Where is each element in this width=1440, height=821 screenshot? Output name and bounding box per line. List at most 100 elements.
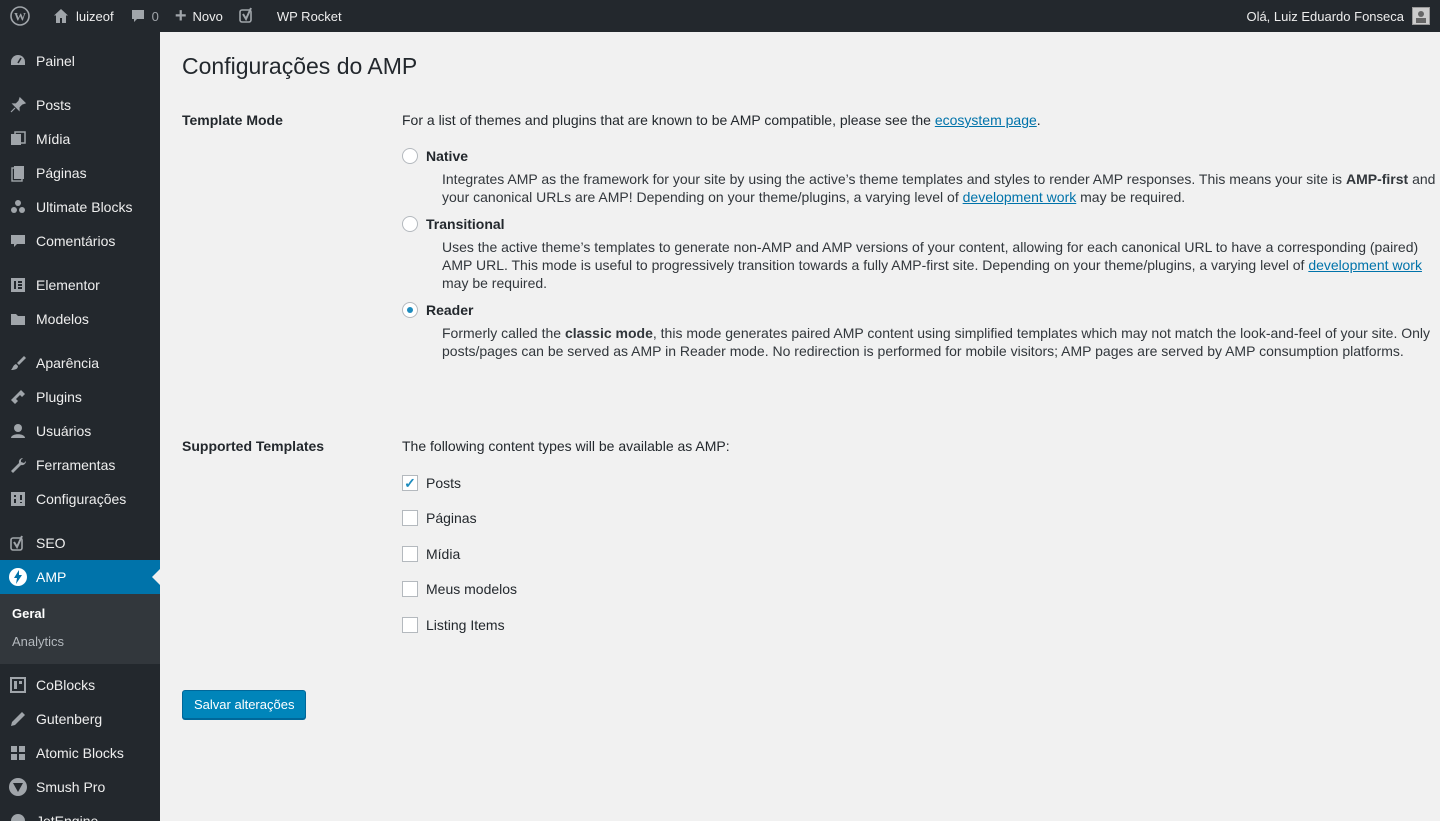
midia-checkbox[interactable] [402,546,418,562]
site-name-menu[interactable]: luizeof [44,0,122,32]
sidebar-item-label: Usuários [36,423,92,439]
sidebar-item-paginas[interactable]: Páginas [0,156,160,190]
yoast-menu[interactable] [231,0,269,32]
transitional-radio[interactable] [402,216,418,232]
sidebar-item-posts[interactable]: Posts [0,88,160,122]
checkbox-label: Mídia [426,546,461,562]
template-mode-options: For a list of themes and plugins that ar… [402,110,1440,360]
wp-rocket-menu[interactable]: WP Rocket [269,0,350,32]
submenu-item-analytics[interactable]: Analytics [0,628,160,656]
amp-icon [8,567,28,587]
sidebar-item-painel[interactable]: Painel [0,44,160,78]
sidebar-item-aparencia[interactable]: Aparência [0,346,160,380]
sidebar-item-midia[interactable]: Mídia [0,122,160,156]
sidebar-item-label: Painel [36,53,75,69]
coblocks-icon [8,675,28,695]
meus-modelos-checkbox[interactable] [402,581,418,597]
wp-logo-menu[interactable]: W [0,0,44,32]
native-radio[interactable] [402,148,418,164]
plugin-icon [8,387,28,407]
listing-items-checkbox[interactable] [402,617,418,633]
sidebar-item-label: Modelos [36,311,89,327]
admin-sidebar: Painel Posts Mídia Páginas Ultimate Bloc… [0,32,160,821]
avatar [1412,7,1430,25]
my-account-menu[interactable]: Olá, Luiz Eduardo Fonseca [1238,0,1440,32]
save-changes-button[interactable]: Salvar alterações [182,690,307,719]
sidebar-item-atomic-blocks[interactable]: Atomic Blocks [0,736,160,770]
svg-text:W: W [14,10,26,24]
development-work-link[interactable]: development work [1308,257,1422,273]
grid-icon [8,743,28,763]
media-icon [8,129,28,149]
checkbox-label: Posts [426,475,462,491]
sidebar-item-jetengine[interactable]: JetEngine [0,804,160,821]
supported-templates-intro: The following content types will be avai… [402,438,730,454]
sidebar-item-amp[interactable]: AMP [0,560,160,594]
sidebar-item-elementor[interactable]: Elementor [0,268,160,302]
posts-checkbox[interactable]: ✓ [402,475,418,491]
smush-icon [8,777,28,797]
sidebar-item-modelos[interactable]: Modelos [0,302,160,336]
checkbox-option-paginas[interactable]: Páginas [402,508,1440,528]
sidebar-item-gutenberg[interactable]: Gutenberg [0,702,160,736]
reader-radio[interactable] [402,302,418,318]
comments-menu[interactable]: 0 [122,0,167,32]
checkbox-label: Meus modelos [426,581,518,597]
elementor-icon [8,275,28,295]
desc-text: may be required. [442,275,548,291]
checkbox-option-midia[interactable]: Mídia [402,544,1440,564]
sidebar-item-seo[interactable]: SEO [0,526,160,560]
wrench-icon [8,455,28,475]
sidebar-item-label: Páginas [36,165,87,181]
sidebar-item-ultimate-blocks[interactable]: Ultimate Blocks [0,190,160,224]
greeting: Olá, Luiz Eduardo Fonseca [1246,8,1404,24]
checkbox-option-listing-items[interactable]: Listing Items [402,615,1440,635]
sidebar-item-plugins[interactable]: Plugins [0,380,160,414]
sidebar-item-label: Configurações [36,491,127,507]
checkbox-option-posts[interactable]: ✓ Posts [402,473,1440,493]
checkbox-option-meus-modelos[interactable]: Meus modelos [402,579,1440,599]
new-label: Novo [192,8,223,24]
desc-text: Integrates AMP as the framework for your… [442,171,1346,187]
sidebar-item-label: Smush Pro [36,779,106,795]
sidebar-item-label: SEO [36,535,66,551]
settings-icon [8,489,28,509]
comments-count: 0 [151,8,159,24]
transitional-radio-option[interactable]: Transitional [402,214,1440,234]
sidebar-item-label: Ultimate Blocks [36,199,133,215]
sidebar-item-comentarios[interactable]: Comentários [0,224,160,258]
sidebar-item-label: Posts [36,97,72,113]
amp-submenu: Geral Analytics [0,594,160,664]
checkbox-label: Listing Items [426,617,505,633]
sidebar-item-configuracoes[interactable]: Configurações [0,482,160,516]
main-content: Configurações do AMP Template Mode For a… [160,32,1440,821]
new-content-menu[interactable]: + Novo [167,0,231,32]
sidebar-item-label: JetEngine [36,813,99,821]
paginas-checkbox[interactable] [402,510,418,526]
sidebar-item-smush-pro[interactable]: Smush Pro [0,770,160,804]
pin-icon [8,95,28,115]
sidebar-item-coblocks[interactable]: CoBlocks [0,668,160,702]
submenu-item-geral[interactable]: Geral [0,600,160,628]
brush-icon [8,353,28,373]
jetengine-icon [8,811,28,821]
sidebar-item-label: Mídia [36,131,71,147]
sidebar-item-label: Elementor [36,277,100,293]
desc-text: Formerly called the [442,325,565,341]
reader-radio-option[interactable]: Reader [402,300,1440,320]
home-icon [52,7,70,25]
desc-text: Uses the active theme’s templates to gen… [442,239,1419,273]
pencil-icon [8,709,28,729]
admin-bar: W luizeof 0 + Novo WP Rocket Olá, Luiz E… [0,0,1440,32]
ecosystem-page-link[interactable]: ecosystem page [935,112,1037,128]
sidebar-item-usuarios[interactable]: Usuários [0,414,160,448]
plus-icon: + [174,4,187,27]
development-work-link[interactable]: development work [963,189,1077,205]
folder-icon [8,309,28,329]
sidebar-item-label: Ferramentas [36,457,116,473]
pages-icon [8,163,28,183]
native-label: Native [426,148,469,164]
native-description: Integrates AMP as the framework for your… [442,170,1440,206]
sidebar-item-ferramentas[interactable]: Ferramentas [0,448,160,482]
native-radio-option[interactable]: Native [402,146,1440,166]
